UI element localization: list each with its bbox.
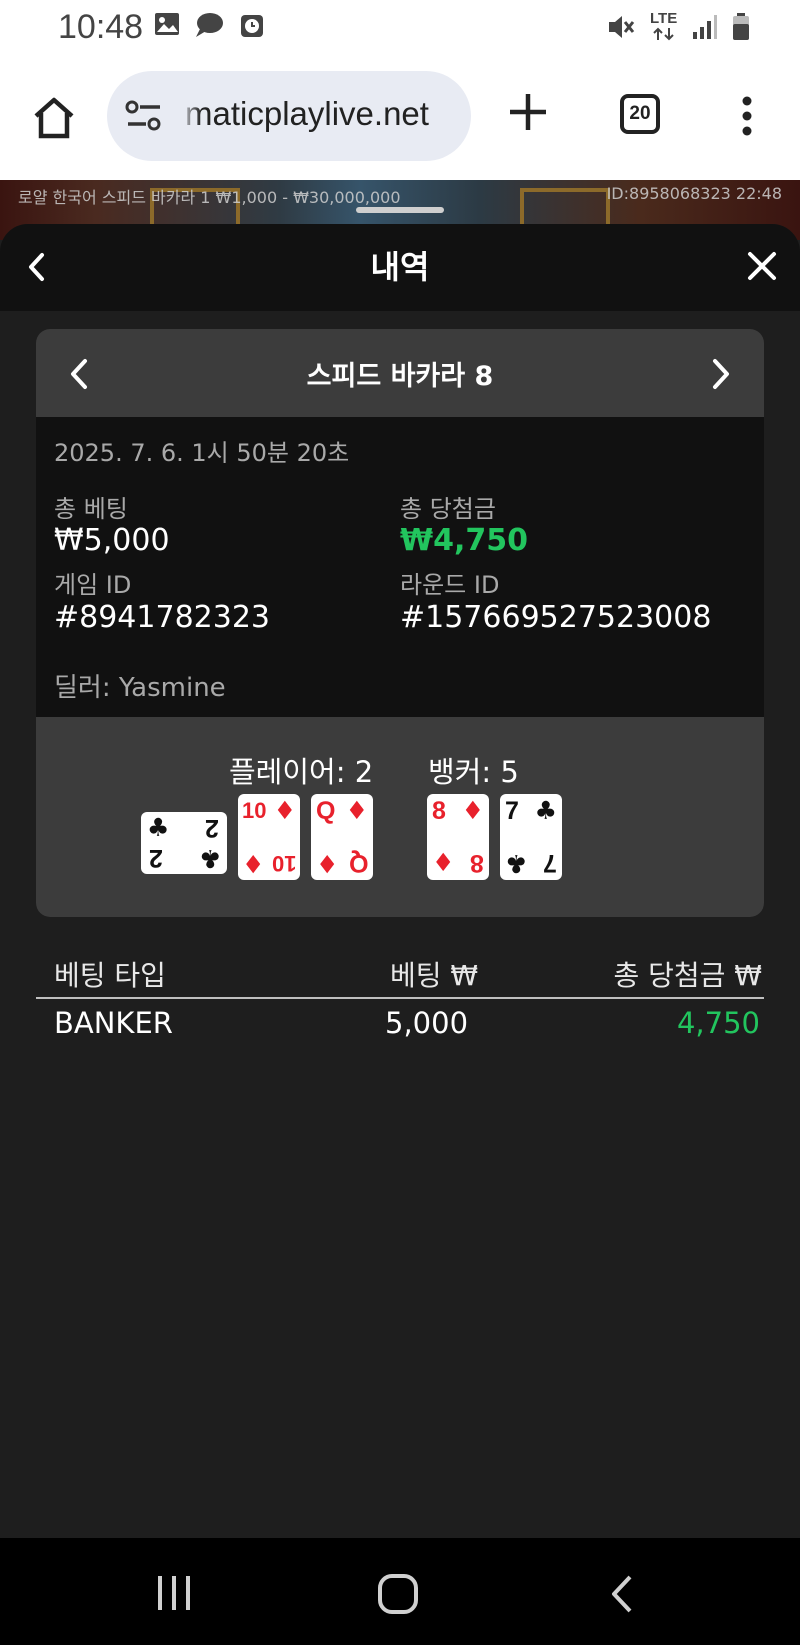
total-bet-label: 총 베팅: [54, 495, 128, 523]
session-id: ID:8958068323 22:48: [606, 184, 782, 203]
card-suit: ♦: [345, 796, 368, 825]
table-row: BANKER 5,000 4,750: [36, 999, 764, 1047]
card-rank: 7: [543, 849, 557, 877]
game-name: 스피드 바카라 8: [306, 361, 494, 392]
status-time: 10:48: [58, 8, 144, 46]
url-fade: [179, 71, 201, 161]
card-suit: ♦: [461, 796, 484, 825]
round-date: 2025. 7. 6. 1시 50분 20초: [54, 439, 350, 467]
home-icon[interactable]: [30, 94, 78, 142]
total-bet-value: ₩5,000: [54, 523, 170, 558]
card-rank: 8: [470, 849, 484, 877]
signal-icon: [693, 15, 717, 39]
next-round-icon[interactable]: [708, 357, 734, 391]
url-text[interactable]: maticplaylive.net: [185, 95, 429, 133]
panel-header: 내역: [0, 224, 800, 311]
card-suit: ♣: [147, 813, 170, 842]
history-panel: 내역 스피드 바카라 8 2025. 7. 6. 1시 50분 20초 총 베팅…: [0, 224, 800, 1538]
card-suit: ♣: [534, 796, 557, 825]
image-icon: [155, 13, 179, 35]
win-amount-header: 총 당첨금 ₩: [613, 959, 762, 992]
card-rank: Q: [348, 849, 368, 877]
browser-toolbar: maticplaylive.net 20: [0, 56, 800, 180]
bet-amount-header: 베팅 ₩: [390, 959, 479, 992]
clock-icon: [241, 15, 263, 37]
tab-switcher-button[interactable]: 20: [620, 94, 660, 134]
table-info: 로얄 한국어 스피드 바카라 1 ₩1,000 - ₩30,000,000: [18, 188, 401, 207]
bet-type-cell: BANKER: [54, 1006, 173, 1040]
status-right: LTE: [606, 10, 750, 42]
bets-table: 베팅 타입 베팅 ₩ 총 당첨금 ₩ BANKER 5,000 4,750: [36, 949, 764, 1047]
game-id-value: #8941782323: [54, 600, 271, 635]
chat-icon: [196, 13, 223, 37]
total-win-label: 총 당첨금: [400, 495, 496, 523]
status-bar: 10:48 LTE: [0, 0, 800, 56]
card-suit: ♣: [198, 844, 221, 873]
card-suit: ♦: [432, 848, 455, 877]
system-nav-bar: [0, 1538, 800, 1645]
home-nav-icon[interactable]: [377, 1574, 419, 1614]
player-card-3: Q ♦ ♦ Q: [311, 794, 373, 880]
close-icon[interactable]: [746, 250, 778, 282]
round-card-header: 스피드 바카라 8: [36, 329, 764, 417]
new-tab-icon[interactable]: [508, 92, 548, 132]
recent-apps-icon[interactable]: [155, 1574, 193, 1612]
card-rank: 2: [205, 814, 219, 842]
card-rank: 7: [505, 797, 519, 825]
card-rank: 8: [432, 797, 446, 825]
round-id-label: 라운드 ID: [400, 571, 500, 599]
more-menu-icon[interactable]: [735, 96, 759, 136]
round-result: 플레이어: 2 뱅커: 5 ♣ 2 2 ♣ 10 ♦ ♦ 10 Q ♦ ♦ Q: [36, 717, 764, 917]
round-id-value: #157669527523008: [400, 600, 712, 635]
card-suit: ♦: [242, 849, 265, 878]
panel-title: 내역: [370, 248, 430, 286]
win-amount-cell: 4,750: [676, 1006, 760, 1040]
card-rank: 2: [149, 844, 163, 872]
card-suit: ♣: [505, 849, 528, 878]
dealer-name: 딜러: Yasmine: [54, 673, 226, 703]
round-detail-card: 스피드 바카라 8 2025. 7. 6. 1시 50분 20초 총 베팅 ₩5…: [36, 329, 764, 917]
bets-table-header: 베팅 타입 베팅 ₩ 총 당첨금 ₩: [36, 949, 764, 999]
mute-icon: [609, 16, 635, 38]
banker-card-1: 8 ♦ ♦ 8: [427, 794, 489, 880]
round-info: 2025. 7. 6. 1시 50분 20초 총 베팅 ₩5,000 총 당첨금…: [36, 417, 764, 717]
back-nav-icon[interactable]: [608, 1574, 636, 1614]
data-arrows-icon: [653, 27, 674, 41]
bet-type-header: 베팅 타입: [54, 959, 166, 992]
card-rank: 10: [271, 851, 296, 876]
site-settings-icon[interactable]: [124, 99, 164, 133]
banker-card-2: 7 ♣ ♣ 7: [500, 794, 562, 880]
lte-indicator: LTE: [650, 10, 678, 42]
banker-score: 뱅커: 5: [428, 755, 519, 789]
player-card-1: ♣ 2 2 ♣: [141, 812, 227, 874]
card-suit: ♦: [316, 849, 339, 878]
card-suit: ♦: [273, 796, 296, 825]
player-score: 플레이어: 2: [229, 755, 374, 789]
player-card-2: 10 ♦ ♦ 10: [238, 794, 300, 880]
card-rank: 10: [242, 798, 267, 823]
bet-amount-cell: 5,000: [385, 1006, 469, 1040]
game-id-label: 게임 ID: [54, 571, 132, 599]
lte-label: LTE: [650, 10, 678, 27]
card-rank: Q: [316, 797, 336, 825]
battery-icon: [733, 13, 749, 40]
drag-handle[interactable]: [356, 207, 444, 213]
total-win-value: ₩4,750: [400, 523, 528, 558]
address-bar[interactable]: maticplaylive.net: [107, 71, 471, 161]
